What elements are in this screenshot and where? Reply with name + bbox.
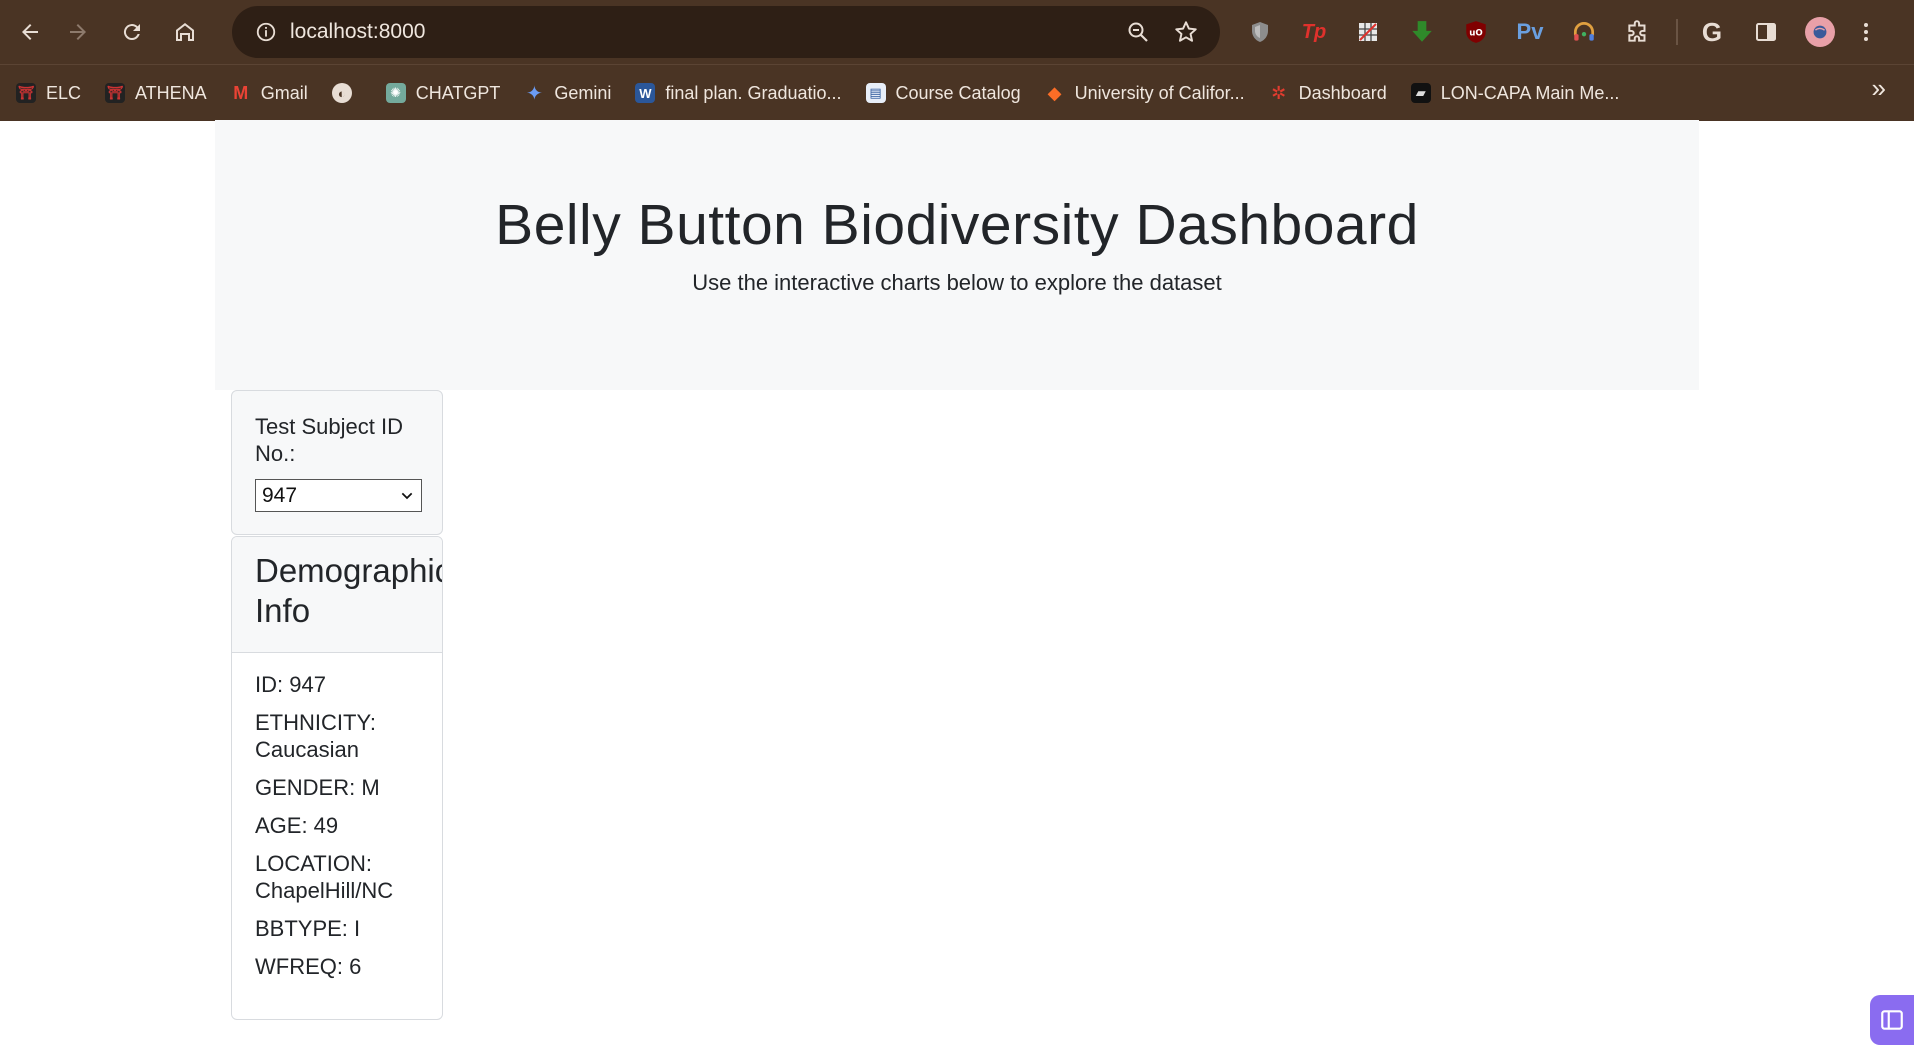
ublock-icon[interactable]: uO bbox=[1456, 12, 1496, 52]
forward-arrow-icon bbox=[70, 24, 86, 40]
demographic-row: WFREQ: 6 bbox=[255, 954, 362, 979]
tp-icon[interactable]: Tp bbox=[1294, 12, 1334, 52]
home-button[interactable] bbox=[168, 15, 202, 49]
chatgpt-icon: ✺ bbox=[385, 83, 406, 103]
chevron-double-right-icon[interactable]: » bbox=[1872, 73, 1886, 104]
bookmark-star-icon[interactable] bbox=[1162, 19, 1210, 45]
url-text[interactable]: localhost:8000 bbox=[290, 20, 1114, 44]
back-button[interactable] bbox=[13, 15, 47, 49]
bookmark-label: Gmail bbox=[260, 82, 308, 103]
sidebar-toggle-icon bbox=[1881, 1010, 1903, 1030]
demographic-row: BBTYPE: I bbox=[255, 916, 361, 941]
bookmark-gemini[interactable]: ✦ Gemini bbox=[510, 73, 621, 113]
card-header: Demographic Info bbox=[232, 537, 442, 653]
subject-select-card: Test Subject ID No.: 947 bbox=[231, 390, 443, 535]
bookmark-dashboard[interactable]: ✲ Dashboard bbox=[1255, 73, 1397, 113]
select-label: Test Subject ID No.: bbox=[255, 414, 403, 466]
bookmarks-bar: ⛩ ELC ⛩ ATHENA M Gmail ◐ ✺ CHATGPT ✦ Gem… bbox=[0, 64, 1914, 121]
bookmark-label: Dashboard bbox=[1298, 82, 1387, 103]
profile-avatar[interactable] bbox=[1800, 12, 1840, 52]
bookmark-label: final plan. Graduatio... bbox=[665, 82, 842, 103]
side-panel-icon[interactable] bbox=[1746, 12, 1786, 52]
card-body: ID: 947 ETHNICITY: Caucasian GENDER: M A… bbox=[232, 653, 442, 980]
avatar bbox=[1805, 17, 1835, 47]
forward-button[interactable] bbox=[61, 15, 95, 49]
bookmark-label: University of Califor... bbox=[1074, 82, 1245, 103]
bookmark-label: ELC bbox=[46, 82, 82, 103]
demographic-info-card: Demographic Info ID: 947 ETHNICITY: Cauc… bbox=[231, 536, 443, 1020]
uga-arch-icon: ⛩ bbox=[16, 83, 36, 103]
page-subtitle: Use the interactive charts below to expl… bbox=[692, 270, 1222, 295]
puzzle-icon[interactable] bbox=[1618, 12, 1658, 52]
bookmark-label: ATHENA bbox=[135, 82, 207, 103]
bookmark-course-catalog[interactable]: ▤ Course Catalog bbox=[852, 73, 1031, 113]
uga-arch-icon: ⛩ bbox=[105, 83, 126, 103]
bookmark-loncapa[interactable]: ▰ LON-CAPA Main Me... bbox=[1397, 73, 1630, 113]
bookmark-globe[interactable]: ◐ bbox=[318, 73, 372, 113]
bookmark-elc[interactable]: ⛩ ELC bbox=[0, 73, 91, 113]
reload-icon bbox=[123, 24, 140, 41]
bookmark-label: CHATGPT bbox=[415, 82, 501, 103]
select-value: 947 bbox=[262, 483, 298, 507]
site-info-icon[interactable] bbox=[246, 21, 286, 43]
shield-icon[interactable] bbox=[1240, 12, 1280, 52]
demographic-row: LOCATION: ChapelHill/NC bbox=[255, 851, 394, 903]
globe-icon: ◐ bbox=[331, 83, 352, 103]
reload-button[interactable] bbox=[115, 15, 149, 49]
menu-kebab-icon[interactable] bbox=[1854, 12, 1878, 52]
extensions-area: Tp uO Pv G bbox=[1240, 12, 1878, 52]
bookmark-chatgpt[interactable]: ✺ CHATGPT bbox=[372, 73, 511, 113]
home-icon bbox=[176, 23, 194, 41]
word-icon: W bbox=[635, 83, 656, 103]
bookmark-label: Gemini bbox=[554, 82, 612, 103]
svg-text:uO: uO bbox=[1469, 28, 1483, 38]
download-icon[interactable] bbox=[1402, 12, 1442, 52]
loncapa-icon: ▰ bbox=[1410, 83, 1431, 103]
sidebar-toggle-button[interactable] bbox=[1870, 995, 1914, 1045]
demographic-row: GENDER: M bbox=[255, 775, 380, 800]
demographic-row: AGE: 49 bbox=[255, 813, 339, 838]
crossword-icon[interactable] bbox=[1348, 12, 1388, 52]
bookmark-university[interactable]: ◆ University of Califor... bbox=[1031, 73, 1255, 113]
bookmark-final-plan[interactable]: W final plan. Graduatio... bbox=[621, 73, 851, 113]
demographic-title: Demographic Info bbox=[255, 552, 443, 629]
gemini-icon: ✦ bbox=[526, 82, 543, 105]
bookmark-label: LON-CAPA Main Me... bbox=[1440, 82, 1620, 103]
bookmark-label: Course Catalog bbox=[895, 82, 1021, 103]
bookmark-athena[interactable]: ⛩ ATHENA bbox=[91, 73, 217, 113]
back-arrow-icon bbox=[22, 24, 38, 40]
toolbar-divider bbox=[1676, 19, 1678, 45]
browser-toolbar: localhost:8000 Tp uO Pv G bbox=[0, 0, 1914, 64]
pv-icon[interactable]: Pv bbox=[1510, 12, 1550, 52]
google-icon[interactable]: G bbox=[1692, 12, 1732, 52]
zoom-icon[interactable] bbox=[1114, 20, 1162, 44]
canvas-icon: ✲ bbox=[1271, 82, 1287, 103]
gmail-icon: M bbox=[233, 82, 249, 103]
page-title: Belly Button Biodiversity Dashboard bbox=[495, 193, 1419, 257]
bookmark-gmail[interactable]: M Gmail bbox=[217, 73, 318, 113]
chevron-down-icon bbox=[401, 492, 413, 499]
subject-id-select[interactable]: 947 bbox=[255, 479, 422, 512]
document-icon: ▤ bbox=[865, 83, 886, 103]
header-jumbotron: Belly Button Biodiversity Dashboard Use … bbox=[215, 120, 1699, 390]
gitlab-icon: ◆ bbox=[1047, 82, 1062, 103]
demographic-row: ETHNICITY: Caucasian bbox=[255, 710, 377, 762]
address-bar[interactable]: localhost:8000 bbox=[232, 6, 1220, 58]
headphones-icon[interactable] bbox=[1564, 12, 1604, 52]
demographic-row: ID: 947 bbox=[255, 672, 326, 697]
